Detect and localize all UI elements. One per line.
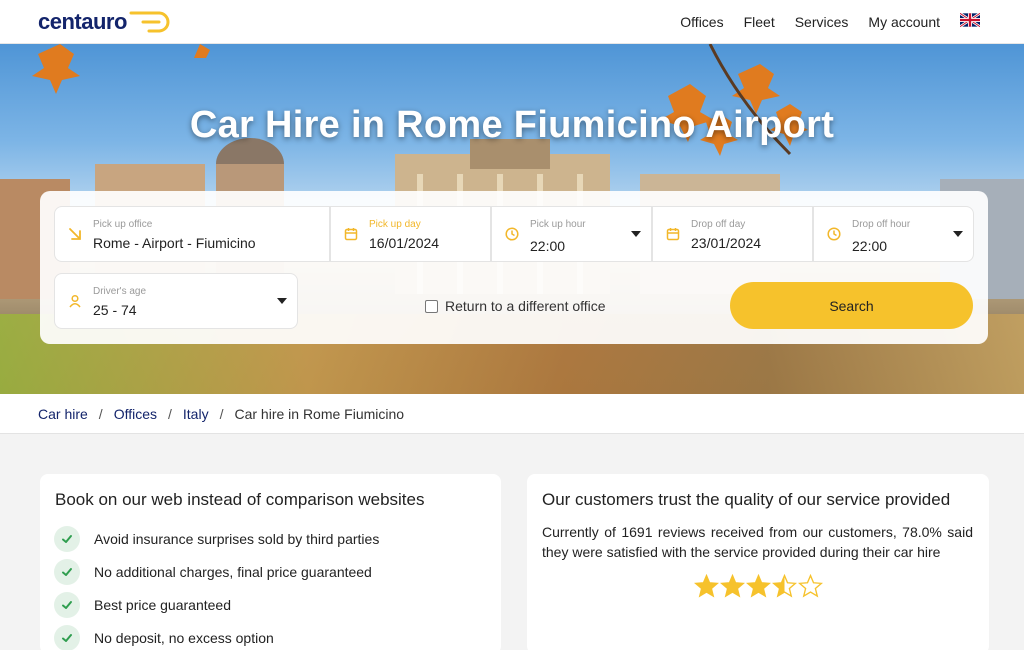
star-icon <box>798 574 823 598</box>
calendar-icon <box>344 228 358 241</box>
pickup-hour-label: Pick up hour <box>530 219 586 230</box>
person-icon <box>69 294 81 308</box>
drivers-age-value: 25 - 74 <box>93 302 137 318</box>
dropoff-day-field[interactable]: Drop off day 23/01/2024 <box>652 206 813 262</box>
pickup-office-label: Pick up office <box>93 219 153 230</box>
booking-form: Pick up office Rome - Airport - Fiumicin… <box>40 191 988 344</box>
site-header: centauro Offices Fleet Services My accou… <box>0 0 1024 44</box>
reviews-summary: Currently of 1691 reviews received from … <box>542 524 973 560</box>
dropoff-hour-label: Drop off hour <box>852 219 911 230</box>
pickup-hour-select[interactable]: Pick up hour 22:00 <box>491 206 652 262</box>
pickup-office-field[interactable]: Pick up office Rome - Airport - Fiumicin… <box>54 206 330 262</box>
benefit-text: No additional charges, final price guara… <box>94 563 372 580</box>
star-icon <box>772 574 797 598</box>
drivers-age-label: Driver's age <box>93 286 147 297</box>
main-nav: Offices Fleet Services My account <box>680 0 980 44</box>
breadcrumb-car-hire[interactable]: Car hire <box>38 406 88 422</box>
benefits-list: Avoid insurance surprises sold by third … <box>54 522 379 650</box>
benefit-text: Avoid insurance surprises sold by third … <box>94 530 380 547</box>
list-item: No deposit, no excess option <box>54 621 379 650</box>
list-item: Best price guaranteed <box>54 588 379 621</box>
nav-services[interactable]: Services <box>795 14 849 30</box>
star-icon <box>694 574 719 598</box>
arrow-down-right-icon <box>69 228 81 240</box>
calendar-icon <box>666 228 680 241</box>
search-button[interactable]: Search <box>730 282 973 329</box>
drivers-age-select[interactable]: Driver's age 25 - 74 <box>54 273 298 329</box>
breadcrumb-italy[interactable]: Italy <box>183 406 209 422</box>
clock-icon <box>827 227 841 241</box>
uk-flag-icon[interactable] <box>960 13 980 27</box>
page-title: Car Hire in Rome Fiumicino Airport <box>189 104 835 146</box>
breadcrumb-current: Car hire in Rome Fiumicino <box>234 405 405 422</box>
return-different-office-checkbox[interactable] <box>425 299 438 313</box>
star-rating <box>694 574 823 599</box>
dropoff-hour-select[interactable]: Drop off hour 22:00 <box>813 206 974 262</box>
logo-mark-icon <box>129 11 170 33</box>
benefits-title: Book on our web instead of comparison we… <box>55 490 425 509</box>
pickup-hour-value: 22:00 <box>530 238 566 254</box>
return-different-office-label: Return to a different office <box>445 298 606 314</box>
chevron-down-icon <box>631 231 641 237</box>
breadcrumb-separator: / <box>98 405 103 422</box>
list-item: No additional charges, final price guara… <box>54 555 379 588</box>
dropoff-day-label: Drop off day <box>691 219 746 230</box>
pickup-day-label: Pick up day <box>369 219 421 230</box>
breadcrumb-offices[interactable]: Offices <box>114 406 157 422</box>
list-item: Avoid insurance surprises sold by third … <box>54 522 379 555</box>
pickup-office-value: Rome - Airport - Fiumicino <box>93 235 256 251</box>
check-icon <box>54 525 80 552</box>
pickup-day-value: 16/01/2024 <box>369 235 440 251</box>
chevron-down-icon <box>277 298 287 304</box>
logo-text: centauro <box>38 9 127 34</box>
pickup-day-field[interactable]: Pick up day 16/01/2024 <box>330 206 491 262</box>
centauro-logo[interactable]: centauro <box>38 6 177 38</box>
benefit-text: Best price guaranteed <box>94 596 231 613</box>
breadcrumb-separator: / <box>168 405 172 422</box>
return-different-office[interactable]: Return to a different office <box>425 298 606 314</box>
star-icon <box>720 574 745 598</box>
benefit-text: No deposit, no excess option <box>94 629 274 646</box>
clock-icon <box>505 227 519 241</box>
dropoff-day-value: 23/01/2024 <box>691 235 762 251</box>
nav-fleet[interactable]: Fleet <box>744 14 775 30</box>
reviews-panel: Our customers trust the quality of our s… <box>527 474 989 650</box>
benefits-panel: Book on our web instead of comparison we… <box>40 474 501 650</box>
chevron-down-icon <box>953 231 963 237</box>
star-icon <box>746 574 771 598</box>
nav-offices[interactable]: Offices <box>680 14 723 30</box>
nav-my-account[interactable]: My account <box>868 14 940 30</box>
check-icon <box>54 558 80 585</box>
check-icon <box>54 624 80 650</box>
check-icon <box>54 591 80 618</box>
breadcrumb-separator: / <box>219 405 224 422</box>
dropoff-hour-value: 22:00 <box>852 238 888 254</box>
reviews-title: Our customers trust the quality of our s… <box>542 490 951 509</box>
breadcrumb: Car hire / Offices / Italy / Car hire in… <box>0 394 1024 434</box>
